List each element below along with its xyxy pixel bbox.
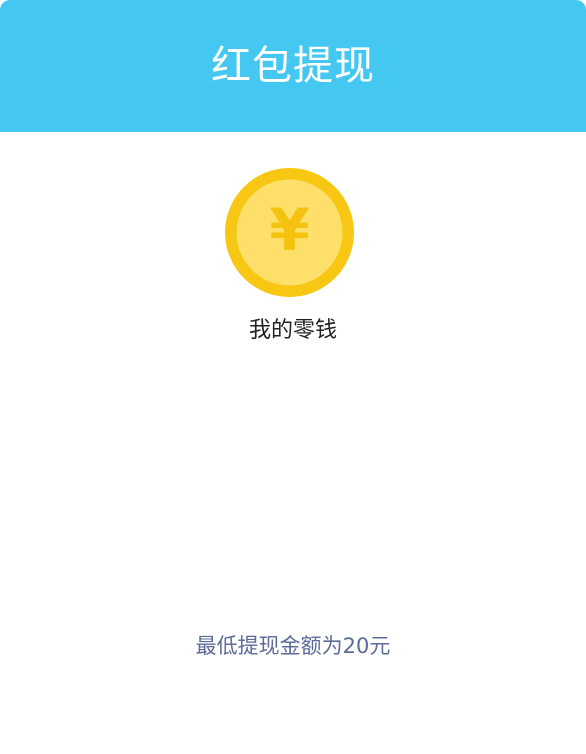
withdraw-card: 红包提现 ¥ 我的零钱 最低提现金额为20元 (0, 0, 586, 754)
coin-graphic: ¥ (225, 168, 354, 297)
yuan-coin-icon: ¥ (225, 168, 354, 297)
wallet-label: 我的零钱 (248, 318, 337, 343)
coin-symbol: ¥ (269, 196, 309, 264)
page-title: 红包提现 (211, 43, 375, 89)
min-withdraw-note: 最低提现金额为20元 (195, 634, 391, 658)
header-bar: 红包提现 (0, 0, 586, 132)
